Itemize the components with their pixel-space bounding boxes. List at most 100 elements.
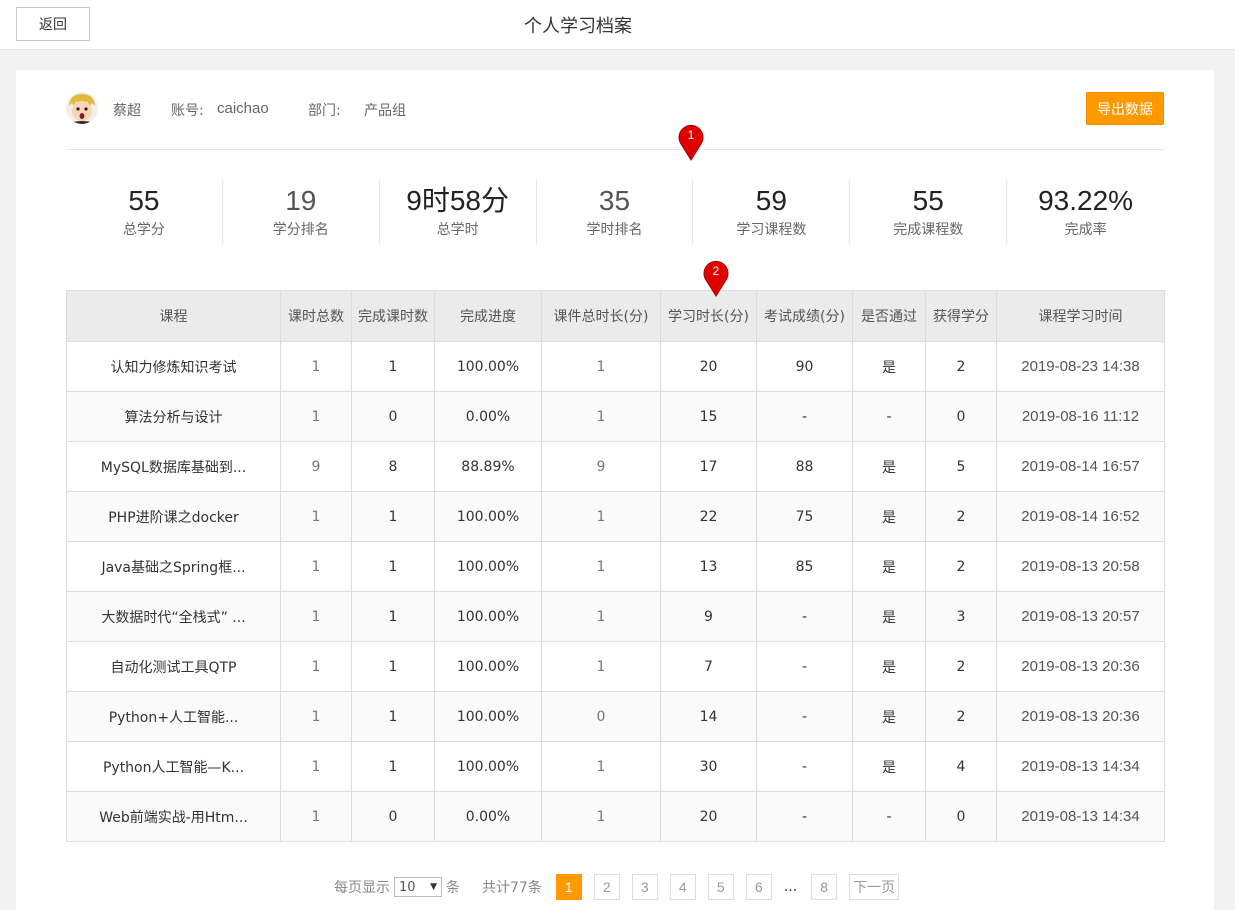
per-page-label: 每页显示: [334, 880, 390, 896]
avatar-image: [66, 92, 98, 124]
cell-exam-score: -: [756, 641, 853, 692]
annotation-marker-1: 1: [677, 122, 705, 162]
stat-total-hours: 9时58分 总学时: [380, 180, 537, 244]
cell-progress: 0.00%: [434, 791, 542, 842]
page-button-3[interactable]: 3: [631, 874, 658, 900]
stat-hours-rank: 35 学时排名: [537, 180, 694, 244]
cell-study-time: 2019-08-23 14:38: [996, 341, 1165, 392]
column-header: 课程学习时间: [996, 290, 1165, 342]
cell-lesson-total: 9: [280, 441, 352, 492]
cell-passed: -: [852, 391, 926, 442]
cell-course-name: MySQL数据库基础到...: [66, 441, 281, 492]
cell-credits-earned: 5: [925, 441, 997, 492]
cell-lessons-completed: 1: [351, 691, 435, 742]
cell-courseware-duration: 1: [541, 491, 661, 542]
cell-courseware-duration: 1: [541, 341, 661, 392]
account-label: 账号:: [171, 103, 204, 119]
table-row: 认知力修炼知识考试 1 1 100.00% 1 20 90 是 2 2019-08-23 14:3…: [66, 341, 1165, 392]
page-title: 个人学习档案: [524, 16, 632, 37]
column-header: 课程: [66, 290, 281, 342]
cell-lesson-total: 1: [280, 491, 352, 542]
cell-courseware-duration: 1: [541, 641, 661, 692]
stat-total-credits: 55 总学分: [66, 180, 223, 244]
cell-study-time: 2019-08-13 20:58: [996, 541, 1165, 592]
cell-course-name: 自动化测试工具QTP: [66, 641, 281, 692]
next-page-button[interactable]: 下一页: [849, 874, 900, 900]
cell-course-name: Python人工智能—K...: [66, 741, 281, 792]
dept-value: 产品组: [364, 103, 406, 119]
stat-value: 55: [128, 185, 160, 216]
cell-course-name: Java基础之Spring框...: [66, 541, 281, 592]
marker-label: 1: [688, 128, 695, 142]
table-row: Python+人工智能... 1 1 100.00% 0 14- 是 2 2019-08-13 …: [66, 691, 1165, 742]
stat-label: 总学时: [436, 222, 479, 238]
cell-credits-earned: 2: [925, 691, 997, 742]
profile-panel: 蔡超 账号: caichao 部门: 产品组 导出数据 55 总学分 19 学分…: [16, 70, 1214, 910]
cell-credits-earned: 2: [925, 641, 997, 692]
cell-lessons-completed: 1: [351, 341, 435, 392]
cell-lessons-completed: 8: [351, 441, 435, 492]
cell-progress: 100.00%: [434, 641, 542, 692]
cell-study-time: 2019-08-13 14:34: [996, 741, 1165, 792]
cell-lesson-total: 1: [280, 691, 352, 742]
cell-lessons-completed: 1: [351, 591, 435, 642]
cell-exam-score: -: [756, 691, 853, 742]
avatar: [66, 92, 98, 124]
stat-value: 19: [285, 185, 317, 216]
cell-study-duration: 9: [660, 591, 757, 642]
total-count: 共计77条: [482, 880, 542, 896]
cell-exam-score: -: [756, 591, 853, 642]
per-page-select[interactable]: 10 ▼: [394, 877, 442, 897]
cell-passed: 是: [852, 441, 926, 492]
column-header: 是否通过: [852, 290, 926, 342]
cell-credits-earned: 0: [925, 391, 997, 442]
cell-exam-score: -: [756, 391, 853, 442]
cell-course-name: Web前端实战-用Htm...: [66, 791, 281, 842]
cell-passed: 是: [852, 541, 926, 592]
stat-value: 55: [912, 185, 944, 216]
cell-passed: 是: [852, 641, 926, 692]
cell-progress: 100.00%: [434, 691, 542, 742]
stat-courses-completed: 55 完成课程数: [850, 180, 1008, 244]
account-value: caichao: [217, 100, 269, 117]
page-button-4[interactable]: 4: [669, 874, 696, 900]
table-body: 认知力修炼知识考试 1 1 100.00% 1 20 90 是 2 2019-08-23 14:3…: [66, 341, 1165, 842]
table-row: 自动化测试工具QTP 1 1 100.00% 1 7- 是 2 2019-08-13 20:36: [66, 641, 1165, 692]
page-button-8[interactable]: 8: [811, 874, 838, 900]
column-header: 完成进度: [434, 290, 542, 342]
cell-progress: 100.00%: [434, 741, 542, 792]
cell-exam-score: 90: [756, 341, 853, 392]
cell-course-name: 算法分析与设计: [66, 391, 281, 442]
cell-lesson-total: 1: [280, 391, 352, 442]
table-row: MySQL数据库基础到... 9 8 88.89% 9 17 88 是 5 2019-08-14 …: [66, 441, 1165, 492]
stat-label: 完成率: [1064, 222, 1107, 238]
export-data-button[interactable]: 导出数据: [1086, 92, 1164, 125]
cell-study-time: 2019-08-14 16:57: [996, 441, 1165, 492]
page-button-2[interactable]: 2: [593, 874, 620, 900]
column-header: 获得学分: [925, 290, 997, 342]
cell-lessons-completed: 0: [351, 391, 435, 442]
cell-study-time: 2019-08-13 14:34: [996, 791, 1165, 842]
stat-value: 35: [598, 185, 631, 216]
cell-study-duration: 17: [660, 441, 757, 492]
cell-courseware-duration: 1: [541, 741, 661, 792]
cell-courseware-duration: 9: [541, 441, 661, 492]
per-page-unit: 条: [446, 880, 460, 896]
cell-lesson-total: 1: [280, 541, 352, 592]
cell-course-name: PHP进阶课之docker: [66, 491, 281, 542]
stat-label: 完成课程数: [893, 222, 964, 238]
cell-progress: 100.00%: [434, 341, 542, 392]
stat-label: 学习课程数: [736, 222, 807, 238]
cell-credits-earned: 3: [925, 591, 997, 642]
map-pin-icon: 2: [703, 260, 729, 297]
cell-passed: 是: [852, 591, 926, 642]
cell-credits-earned: 2: [925, 541, 997, 592]
cell-lessons-completed: 1: [351, 491, 435, 542]
page-button-5[interactable]: 5: [707, 874, 734, 900]
map-pin-icon: 1: [678, 124, 704, 161]
page-button-6[interactable]: 6: [745, 874, 772, 900]
cell-exam-score: 88: [756, 441, 853, 492]
divider: [66, 149, 1164, 150]
cell-passed: 是: [852, 341, 926, 392]
page-button-1[interactable]: 1: [555, 874, 582, 900]
